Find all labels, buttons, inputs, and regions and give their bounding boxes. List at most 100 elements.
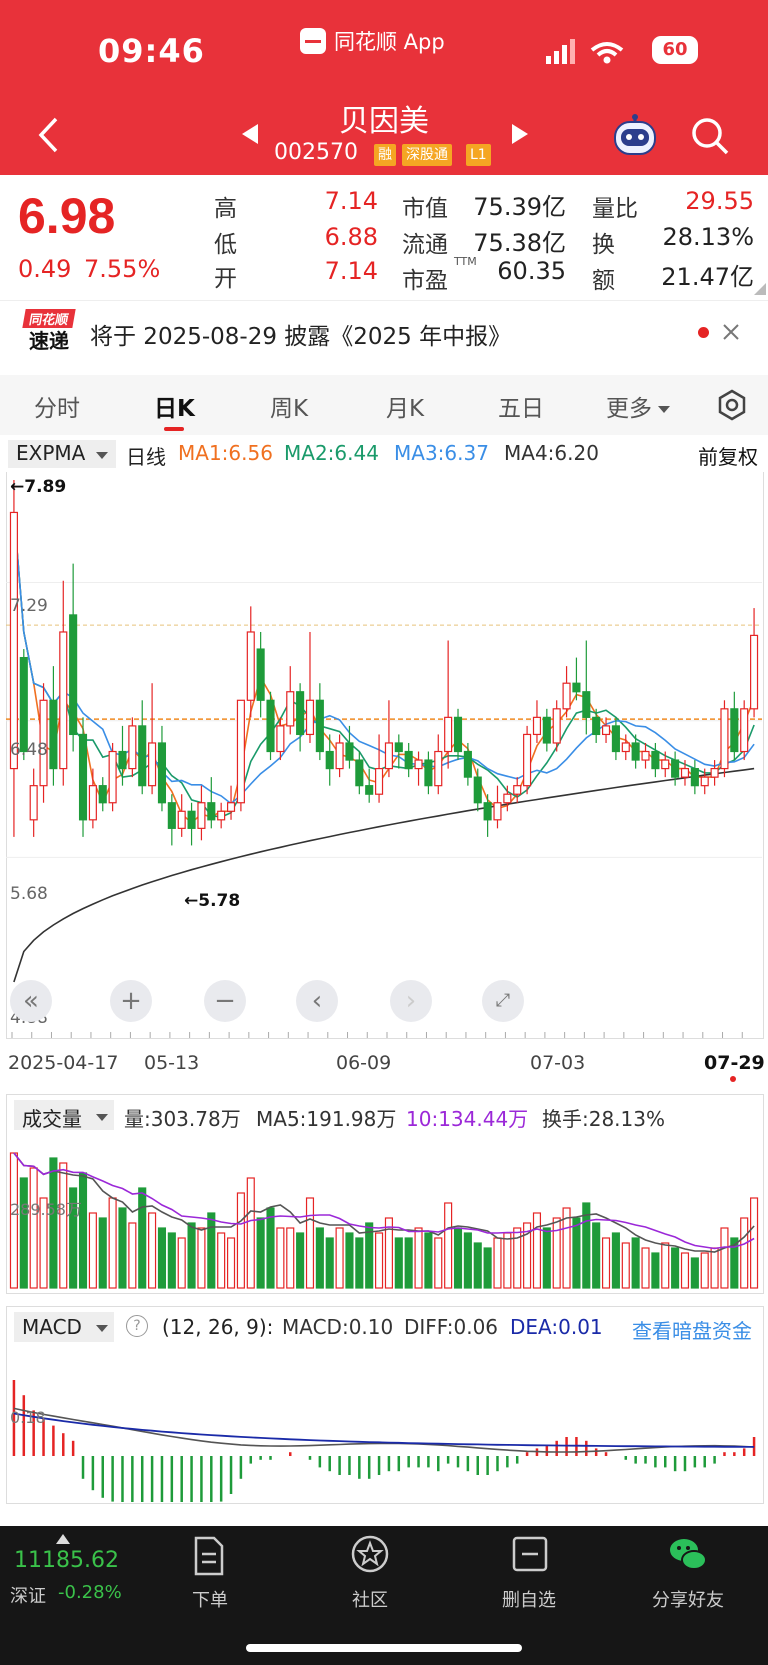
- next-stock-icon[interactable]: [510, 122, 530, 146]
- amount-value: 21.47亿: [661, 263, 754, 291]
- signal-wifi-icon: [546, 39, 624, 64]
- low-marker: ←5.78: [184, 891, 241, 911]
- candle-body: [414, 759, 423, 770]
- volume-bar: [325, 1237, 334, 1289]
- volume-bar: [720, 1227, 729, 1289]
- tab-intraday[interactable]: 分时: [34, 389, 80, 423]
- candle-body: [621, 742, 630, 753]
- volume-ma10: 10:134.44万: [406, 1107, 529, 1131]
- volume-bar: [197, 1227, 206, 1289]
- community-button[interactable]: 社区: [352, 1586, 388, 1612]
- volume-bar: [345, 1232, 354, 1289]
- zoom-in-button[interactable]: +: [110, 980, 152, 1022]
- candle-body: [394, 742, 403, 753]
- settings-icon[interactable]: [716, 389, 748, 421]
- robot-assistant-icon[interactable]: [612, 114, 658, 158]
- candle-body: [572, 682, 581, 693]
- candle-body: [325, 750, 334, 770]
- macd-dropdown-icon: [96, 1325, 108, 1332]
- help-icon[interactable]: ?: [126, 1315, 148, 1337]
- macd-chart[interactable]: [6, 1346, 762, 1502]
- volume-bar: [305, 1197, 315, 1289]
- tab-five-day[interactable]: 五日: [498, 389, 544, 423]
- candle-body: [523, 733, 532, 787]
- candle-body: [582, 691, 591, 718]
- candle-body: [641, 750, 650, 761]
- volume-bar: [128, 1222, 137, 1289]
- volume-bar: [532, 1212, 542, 1289]
- candle-body: [78, 733, 88, 821]
- tab-daily-k[interactable]: 日K: [154, 389, 195, 423]
- close-icon[interactable]: [722, 323, 740, 341]
- candle-body: [286, 691, 295, 727]
- index-up-arrow-icon: [56, 1534, 70, 1544]
- candle-body: [384, 742, 393, 770]
- period-label: 日线: [126, 445, 166, 469]
- tab-monthly-k[interactable]: 月K: [386, 389, 424, 423]
- volume-dropdown-icon: [96, 1114, 108, 1121]
- volume-bar: [621, 1242, 630, 1289]
- volume-bar: [404, 1237, 413, 1289]
- volume-indicator-name: 成交量: [22, 1107, 82, 1131]
- candle-body: [532, 716, 542, 736]
- volume-bar: [434, 1237, 443, 1289]
- remove-watchlist-button[interactable]: 删自选: [502, 1586, 556, 1612]
- notice-bar[interactable]: 同花顺 速递 将于 2025-08-29 披露《2025 年中报》: [0, 300, 768, 363]
- volume-chart[interactable]: [6, 1134, 762, 1292]
- candle-body: [296, 691, 305, 736]
- order-button[interactable]: 下单: [192, 1586, 228, 1612]
- fullscreen-button[interactable]: ⤢: [482, 980, 524, 1022]
- unread-dot: [698, 327, 709, 338]
- macd-dea-line: [13, 1412, 755, 1448]
- volume-bar: [651, 1252, 660, 1289]
- zoom-out-button[interactable]: −: [204, 980, 246, 1022]
- candle-body: [473, 776, 482, 804]
- share-friends-button[interactable]: 分享好友: [652, 1586, 724, 1612]
- turnover-value: 28.13%: [662, 223, 754, 251]
- float-label: 流通: [402, 232, 448, 258]
- stock-code: 002570: [274, 140, 358, 165]
- volume-bar: [286, 1227, 295, 1289]
- prev-stock-icon[interactable]: [240, 122, 260, 146]
- scroll-right-button[interactable]: ›: [390, 980, 432, 1022]
- search-icon[interactable]: [690, 116, 730, 156]
- expand-corner-icon[interactable]: [754, 283, 766, 295]
- battery-icon: 60: [652, 36, 698, 64]
- community-icon[interactable]: [350, 1534, 390, 1574]
- volume-bar: [9, 1152, 18, 1289]
- candle-body: [424, 759, 433, 787]
- candle-body: [197, 802, 206, 829]
- candle-body: [552, 708, 561, 744]
- adjust-mode[interactable]: 前复权: [698, 441, 758, 470]
- candle-body: [118, 750, 127, 770]
- candle-body: [167, 802, 176, 829]
- volume-bar: [207, 1212, 216, 1289]
- wechat-share-icon[interactable]: [668, 1534, 708, 1574]
- notice-text: 将于 2025-08-29 披露《2025 年中报》: [90, 324, 512, 350]
- volume-bar: [148, 1212, 157, 1289]
- ma2-line: [13, 512, 755, 818]
- tab-weekly-k[interactable]: 周K: [270, 389, 308, 423]
- candle-body: [661, 759, 670, 770]
- status-time: 09:46: [98, 32, 205, 70]
- candle-body: [9, 511, 18, 770]
- candle-body: [69, 614, 78, 736]
- index-value[interactable]: 11185.62: [14, 1548, 119, 1573]
- volume-bar: [226, 1237, 236, 1289]
- volume-bar: [740, 1217, 749, 1289]
- candle-body: [187, 810, 196, 829]
- volume-bar: [276, 1227, 285, 1289]
- scroll-left-button[interactable]: ‹: [296, 980, 338, 1022]
- candle-body: [246, 631, 255, 701]
- remove-watchlist-icon[interactable]: [512, 1536, 548, 1572]
- candle-body: [611, 725, 620, 753]
- order-icon[interactable]: [192, 1536, 226, 1576]
- tag-margin: 融: [374, 144, 396, 166]
- candle-body: [98, 785, 107, 804]
- dark-pool-link[interactable]: 查看暗盘资金: [632, 1315, 752, 1344]
- candle-body: [49, 699, 58, 770]
- candlestick-chart[interactable]: [6, 472, 762, 1038]
- price-change-pct: 7.55%: [84, 255, 161, 283]
- tab-more[interactable]: 更多: [606, 389, 670, 423]
- collapse-left-button[interactable]: «: [10, 980, 52, 1022]
